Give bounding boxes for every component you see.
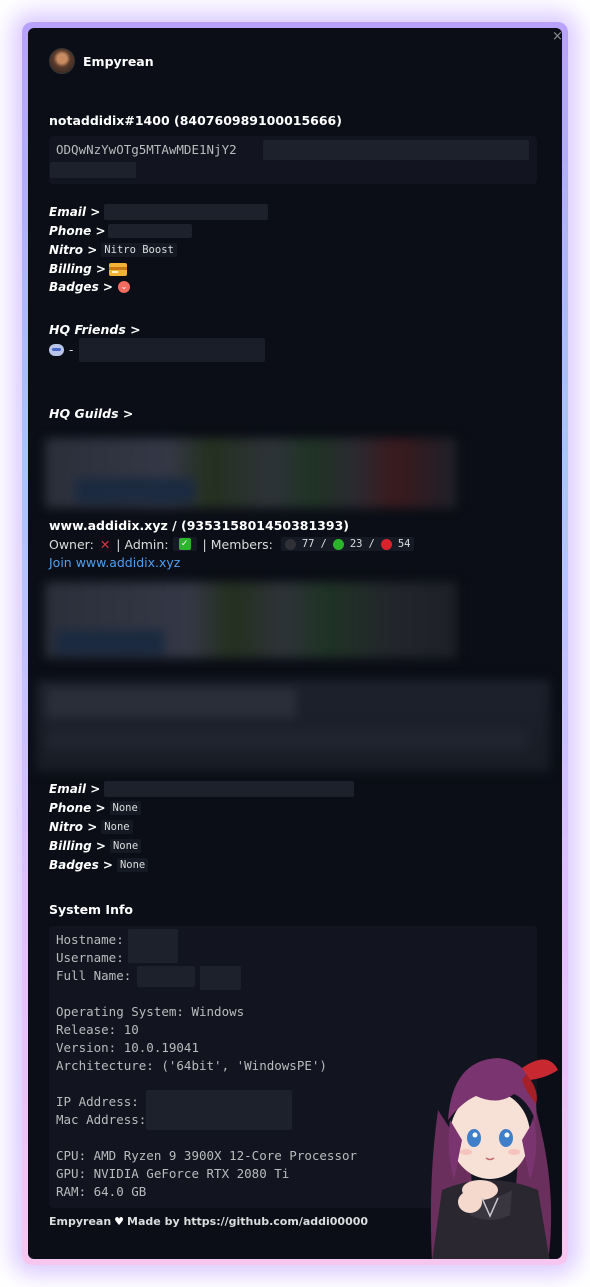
fullname-redaction xyxy=(200,966,241,990)
guild-name: www.addidix.xyz / (935315801450381393) xyxy=(49,518,349,533)
phone-redaction xyxy=(107,224,192,238)
admin-check-icon: ✓ xyxy=(178,538,191,550)
ip-mac-redaction xyxy=(146,1090,292,1130)
anime-girl-thumbnail xyxy=(430,1058,558,1259)
guild-banner-blurred xyxy=(45,582,457,658)
footer-brand: Empyrean xyxy=(49,1215,112,1228)
email-redaction xyxy=(104,204,269,220)
system-info-title: System Info xyxy=(49,902,133,917)
nitro-value: Nitro Boost xyxy=(101,243,177,257)
owner-label: Owner: xyxy=(49,536,94,552)
email-line: Email > xyxy=(49,203,269,221)
close-icon[interactable]: × xyxy=(552,30,562,44)
embed-footer: Empyrean ♥ Made by https://github.com/ad… xyxy=(49,1215,368,1228)
members-label: | Members: xyxy=(202,536,273,552)
ip-label: IP Address: xyxy=(56,1094,139,1109)
email-line-2: Email > xyxy=(49,780,355,798)
admin-pill: ✓ xyxy=(172,537,197,551)
embed-author: Empyrean xyxy=(49,48,154,74)
guild-banner-blurred xyxy=(45,438,457,508)
fullname-label: Full Name: xyxy=(56,968,132,983)
friend-row: - xyxy=(49,338,266,362)
phone-label: Phone > xyxy=(49,224,106,238)
account-title: notaddidix#1400 (840760989100015666) xyxy=(49,113,342,128)
owner-x-icon: ✕ xyxy=(99,536,111,552)
members-dnd: 54 xyxy=(397,538,411,550)
members-pill: 77 / 23 / 54 xyxy=(280,537,415,551)
billing-line-2: Billing > None xyxy=(49,837,142,855)
gpu-line: GPU: NVIDIA GeForce RTX 2080 Ti xyxy=(56,1166,290,1181)
email-label-2: Email > xyxy=(49,782,101,796)
hostname-label: Hostname: xyxy=(56,932,124,947)
author-name: Empyrean xyxy=(83,53,154,69)
badges-line-2: Badges > None xyxy=(49,856,149,874)
friend-redaction xyxy=(79,338,266,362)
billing-label-2: Billing > xyxy=(49,839,106,853)
arch-line: Architecture: ('64bit', 'WindowsPE') xyxy=(56,1058,327,1073)
hidden-section-blurred xyxy=(36,680,550,772)
email-redaction-2 xyxy=(104,781,355,797)
token-redaction xyxy=(263,140,529,160)
email-label: Email > xyxy=(49,205,101,219)
hostname-redaction xyxy=(128,929,178,963)
billing-label: Billing > xyxy=(49,262,106,276)
heart-badge-icon: ⌄ xyxy=(117,281,130,293)
badges-value-2: None xyxy=(116,858,149,872)
billing-line: Billing > xyxy=(49,260,127,278)
friend-separator: - xyxy=(69,343,74,357)
join-guild-link[interactable]: Join www.addidix.xyz xyxy=(49,555,180,570)
members-online: 23 xyxy=(349,538,363,550)
nitro-line-2: Nitro > None xyxy=(49,818,133,836)
billing-value-2: None xyxy=(109,839,142,853)
nitro-label-2: Nitro > xyxy=(49,820,98,834)
phone-value-2: None xyxy=(109,801,141,815)
mac-label: Mac Address: xyxy=(56,1112,147,1127)
version-line: Version: 10.0.19041 xyxy=(56,1040,199,1055)
members-slash: / xyxy=(368,538,375,550)
heart-icon: ♥ xyxy=(114,1215,125,1228)
os-line: Operating System: Windows xyxy=(56,1004,245,1019)
badges-line: Badges > ⌄ xyxy=(49,278,130,296)
embed-card: × Empyrean notaddidix#1400 (840760989100… xyxy=(28,28,562,1259)
guild-stats: Owner: ✕ | Admin: ✓ | Members: 77 / 23 /… xyxy=(49,535,415,553)
phone-line: Phone > xyxy=(49,222,192,240)
author-avatar xyxy=(49,48,75,74)
badges-label-2: Badges > xyxy=(49,858,113,872)
token-redaction xyxy=(50,162,136,178)
nitro-value-2: None xyxy=(101,820,133,834)
members-offline: 77 xyxy=(301,538,315,550)
admin-label: | Admin: xyxy=(116,536,169,552)
hq-friends-title: HQ Friends > xyxy=(49,322,141,337)
nitro-label: Nitro > xyxy=(49,243,98,257)
badges-label: Badges > xyxy=(49,280,113,294)
credit-card-icon xyxy=(108,262,127,276)
footer-credit: Made by https://github.com/addi00000 xyxy=(127,1215,369,1228)
phone-line-2: Phone > None xyxy=(49,799,141,817)
username-label: Username: xyxy=(56,950,124,965)
nitro-line: Nitro > Nitro Boost xyxy=(49,241,177,259)
release-line: Release: 10 xyxy=(56,1022,139,1037)
members-slash: / xyxy=(320,538,327,550)
dnd-dot-icon xyxy=(380,538,392,550)
online-dot-icon xyxy=(332,538,344,550)
ram-line: RAM: 64.0 GB xyxy=(56,1184,147,1199)
cpu-line: CPU: AMD Ryzen 9 3900X 12-Core Processor xyxy=(56,1148,358,1163)
token-text: ODQwNzYwOTg5MTAwMDE1NjY2 xyxy=(56,142,237,157)
hq-guilds-title: HQ Guilds > xyxy=(49,406,134,421)
offline-dot-icon xyxy=(284,538,296,550)
fullname-redaction xyxy=(137,966,195,987)
badge-bubble-icon xyxy=(49,344,64,356)
token-code-block: ODQwNzYwOTg5MTAwMDE1NjY2 xyxy=(49,136,537,184)
phone-label-2: Phone > xyxy=(49,801,106,815)
